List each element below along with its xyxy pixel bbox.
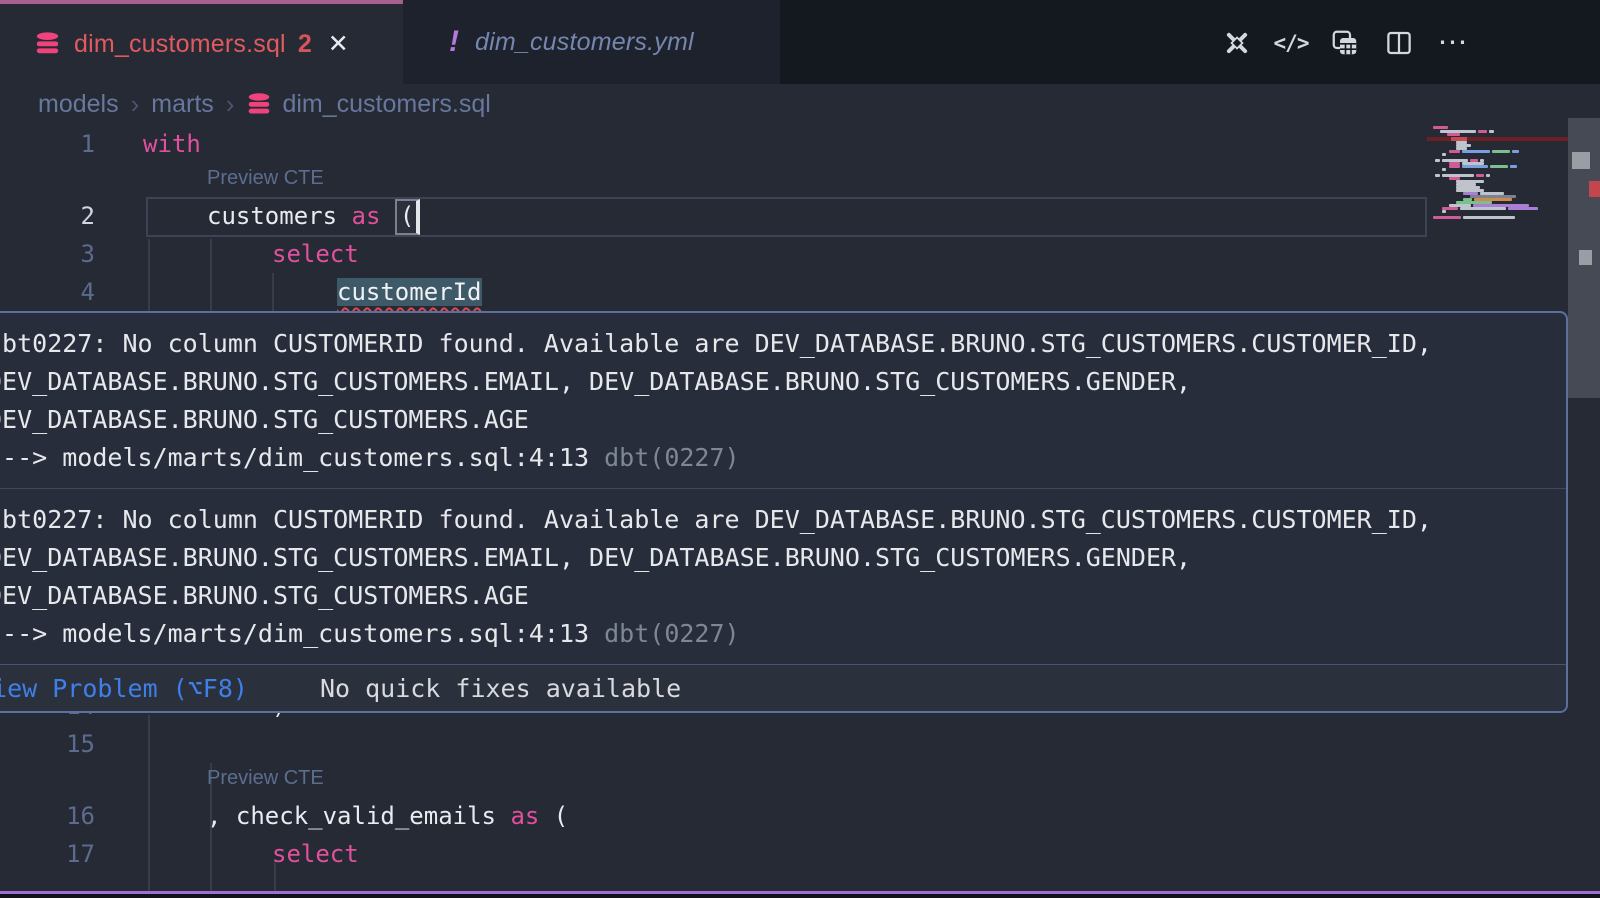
minimap-code-bar [1447, 133, 1460, 136]
minimap-code-bar [1442, 210, 1446, 213]
minimap-code-bar [1510, 165, 1517, 168]
error-message-line: dbt0227: No column CUSTOMERID found. Ava… [0, 325, 1558, 363]
minimap-code-bar [1433, 216, 1461, 219]
code-line-4[interactable]: 4 customerId [0, 273, 1427, 311]
code-line-2[interactable]: 2 customers as ( [0, 197, 1427, 235]
token: as [510, 802, 539, 830]
panel-edge [0, 894, 1600, 898]
minimap-error-line [1427, 137, 1568, 141]
hover-footer: View Problem (⌥F8) No quick fixes availa… [0, 664, 1566, 711]
minimap[interactable] [1427, 110, 1568, 250]
minimap-code-bar [1463, 216, 1515, 219]
minimap-code-bar [1489, 130, 1494, 133]
error-location-line: --> models/marts/dim_customers.sql:4:13 … [0, 615, 1558, 653]
minimap-code-bar [1478, 130, 1487, 133]
error-location: --> models/marts/dim_customers.sql:4:13 [0, 619, 604, 648]
minimap-code-bar [1492, 150, 1510, 153]
error-message-block: dbt0227: No column CUSTOMERID found. Ava… [0, 489, 1566, 664]
code-line-1[interactable]: 1 with [0, 125, 1427, 163]
line-number: 16 [0, 797, 95, 835]
minimap-code-bar [1449, 165, 1460, 168]
error-location: --> models/marts/dim_customers.sql:4:13 [0, 443, 604, 472]
minimap-code-bar [1512, 150, 1519, 153]
code-text: with [143, 125, 201, 163]
minimap-code-bar [1433, 126, 1448, 129]
token: select [272, 840, 359, 868]
minimap-code-bar [1490, 165, 1508, 168]
line-number: 3 [0, 235, 95, 273]
line-number: 15 [0, 725, 95, 763]
minimap-code-bar [1462, 165, 1488, 168]
overview-ruler-mark [1579, 250, 1592, 265]
codelens-preview-cte[interactable]: Preview CTE [207, 163, 324, 193]
line-number: 1 [0, 125, 95, 163]
overview-ruler-mark [1589, 181, 1600, 197]
minimap-code-bar [1435, 159, 1440, 162]
bracket-cursor: ( [395, 199, 420, 235]
error-code: dbt(0227) [604, 443, 739, 472]
line-number: 17 [0, 835, 95, 873]
line-number: 2 [0, 197, 95, 235]
token: as [352, 202, 381, 230]
error-message-block: dbt0227: No column CUSTOMERID found. Ava… [0, 313, 1566, 488]
token: select [272, 240, 359, 268]
minimap-code-bar [1435, 174, 1440, 177]
view-problem-link[interactable]: View Problem (⌥F8) [0, 674, 248, 703]
minimap-code-bar [1508, 207, 1538, 210]
error-hover-popup: dbt0227: No column CUSTOMERID found. Ava… [0, 311, 1568, 713]
no-quick-fixes-label: No quick fixes available [320, 674, 681, 703]
code-line-3[interactable]: 3 select [0, 235, 1427, 273]
line-number: 4 [0, 273, 95, 311]
code-text: select [272, 235, 359, 273]
minimap-code-bar [1442, 153, 1446, 156]
minimap-code-bar [1476, 174, 1484, 177]
token: customers [207, 202, 352, 230]
error-code: dbt(0227) [604, 619, 739, 648]
vertical-scrollbar[interactable] [1568, 84, 1600, 898]
token [380, 202, 394, 230]
code-text: select [272, 835, 359, 873]
token: with [143, 130, 201, 158]
error-location-line: --> models/marts/dim_customers.sql:4:13 … [0, 439, 1558, 477]
code-text: customers as ( [207, 197, 420, 235]
vscode-editor-window: dim_customers.sql 2 ✕ ! dim_customers.ym… [0, 0, 1600, 898]
error-message-line: DEV_DATABASE.BRUNO.STG_CUSTOMERS.EMAIL, … [0, 539, 1558, 577]
error-message-line: DEV_DATABASE.BRUNO.STG_CUSTOMERS.AGE [0, 577, 1558, 615]
token: ( [539, 802, 568, 830]
minimap-code-bar [1486, 174, 1490, 177]
token: , check_valid_emails [207, 802, 510, 830]
overview-ruler-mark [1572, 152, 1590, 169]
minimap-code-bar [1449, 150, 1460, 153]
error-message-line: DEV_DATABASE.BRUNO.STG_CUSTOMERS.AGE [0, 401, 1558, 439]
code-text: customerId [337, 273, 482, 311]
error-message-line: dbt0227: No column CUSTOMERID found. Ava… [0, 501, 1558, 539]
minimap-code-bar [1460, 207, 1506, 210]
error-token: customerId [337, 278, 482, 306]
minimap-code-bar [1462, 150, 1490, 153]
error-message-line: DEV_DATABASE.BRUNO.STG_CUSTOMERS.EMAIL, … [0, 363, 1558, 401]
minimap-code-bar [1442, 168, 1446, 171]
codelens-preview-cte[interactable]: Preview CTE [207, 763, 324, 793]
code-text: , check_valid_emails as ( [207, 797, 568, 835]
code-line-15[interactable]: 15 [0, 725, 1427, 763]
code-line-17[interactable]: 17 select [0, 835, 1427, 873]
code-line-16[interactable]: 16 , check_valid_emails as ( [0, 797, 1427, 835]
code-editor: 1withPreview CTE2customers as (3select4c… [0, 0, 1600, 898]
